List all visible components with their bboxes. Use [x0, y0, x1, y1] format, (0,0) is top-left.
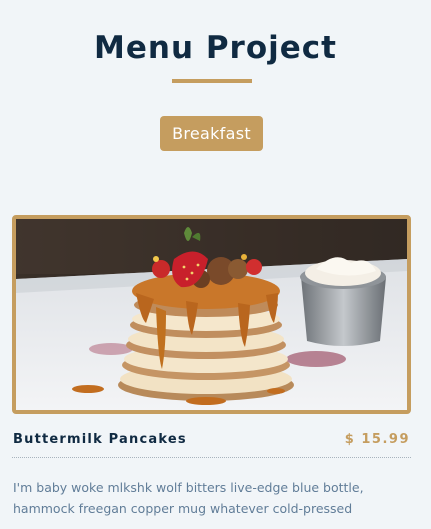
item-divider — [12, 457, 411, 458]
menu-item-title: Buttermilk Pancakes — [13, 432, 187, 447]
menu-item-photo — [12, 215, 411, 414]
filter-button-breakfast[interactable]: Breakfast — [160, 116, 263, 151]
title-underline — [172, 79, 252, 83]
menu-item-description: I'm baby woke mlkshk wolf bitters live-e… — [13, 480, 364, 516]
pancake-stack-image — [16, 219, 407, 410]
menu-item-price: $ 15.99 — [344, 432, 410, 447]
page-title: Menu Project — [94, 30, 337, 66]
